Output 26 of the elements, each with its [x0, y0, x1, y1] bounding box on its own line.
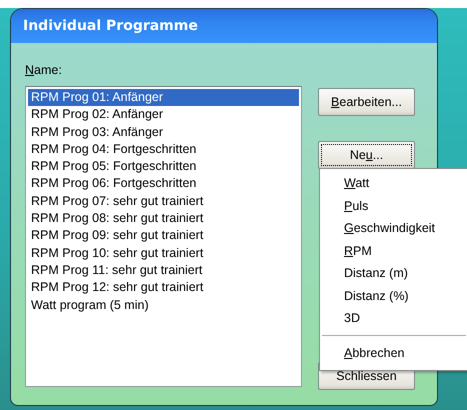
- dialog-button[interactable]: Neu...: [318, 141, 415, 169]
- name-label: Name:: [25, 63, 62, 77]
- list-item[interactable]: Watt program (5 min): [28, 296, 299, 314]
- list-item[interactable]: RPM Prog 06: Fortgeschritten: [28, 175, 299, 193]
- menu-item[interactable]: Watt: [320, 172, 467, 194]
- list-item[interactable]: RPM Prog 01: Anfänger: [28, 89, 299, 106]
- menu-item[interactable]: Puls: [320, 194, 467, 217]
- list-item[interactable]: RPM Prog 07: sehr gut trainiert: [28, 192, 299, 210]
- menu-item[interactable]: Distanz (%): [320, 284, 467, 307]
- menu-item[interactable]: Geschwindigkeit: [320, 217, 467, 240]
- list-item[interactable]: RPM Prog 04: Fortgeschritten: [28, 140, 299, 158]
- list-item[interactable]: RPM Prog 05: Fortgeschritten: [28, 158, 299, 176]
- list-item[interactable]: RPM Prog 11: sehr gut trainiert: [28, 262, 299, 280]
- menu-item[interactable]: Distanz (m): [320, 262, 467, 284]
- window-title: Individual Programme: [23, 18, 198, 34]
- menu-item[interactable]: 3D: [320, 307, 467, 330]
- menu-item[interactable]: RPM: [320, 240, 467, 262]
- menu-item[interactable]: Abbrechen: [320, 342, 467, 364]
- list-item[interactable]: RPM Prog 08: sehr gut trainiert: [28, 210, 299, 228]
- list-item[interactable]: RPM Prog 10: sehr gut trainiert: [28, 244, 299, 262]
- list-item[interactable]: RPM Prog 09: sehr gut trainiert: [28, 227, 299, 245]
- dialog-button[interactable]: Bearbeiten...: [318, 88, 415, 116]
- list-item[interactable]: RPM Prog 03: Anfänger: [28, 124, 299, 141]
- list-item[interactable]: RPM Prog 12: sehr gut trainiert: [28, 279, 299, 297]
- list-item[interactable]: RPM Prog 02: Anfänger: [28, 106, 299, 124]
- program-list[interactable]: [25, 86, 302, 387]
